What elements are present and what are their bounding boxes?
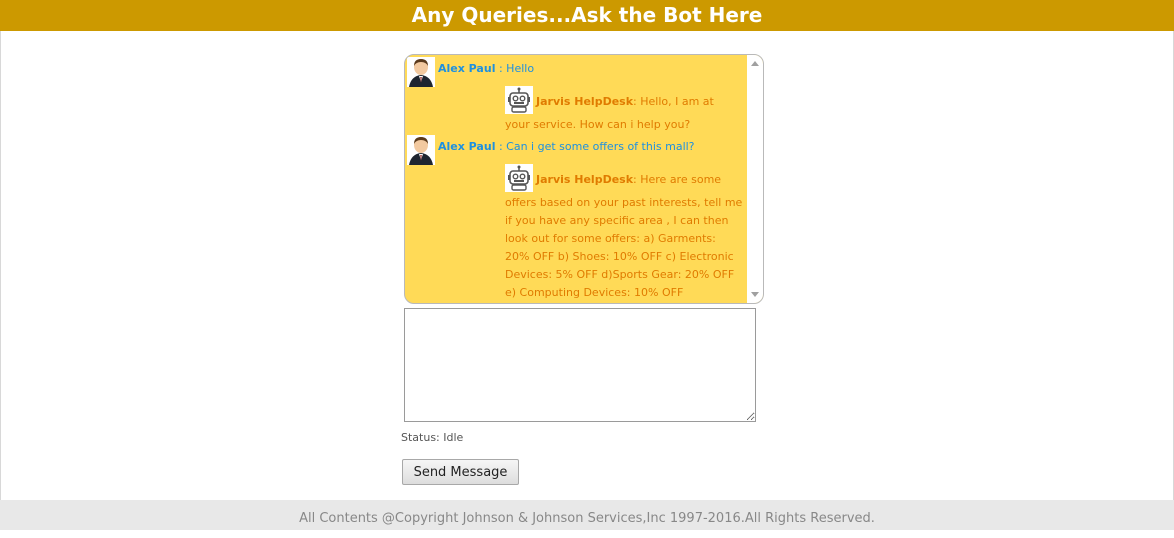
robot-icon xyxy=(505,86,533,114)
chat-message-user: Alex Paul : Can i get some offers of thi… xyxy=(438,138,738,156)
scroll-up-arrow-icon[interactable] xyxy=(751,61,759,66)
message-text: Can i get some offers of this mall? xyxy=(506,140,695,153)
chat-scroll-area: Alex Paul : Hello Jarvis HelpDesk: Hello… xyxy=(405,55,747,303)
user-avatar-icon xyxy=(407,135,435,165)
page-title: Any Queries...Ask the Bot Here xyxy=(411,3,763,27)
user-avatar-icon xyxy=(407,57,435,87)
status-text: Status: Idle xyxy=(401,431,464,444)
message-sender: Jarvis HelpDesk xyxy=(536,173,634,186)
robot-icon xyxy=(505,164,533,192)
message-separator: : xyxy=(495,140,507,153)
send-message-button[interactable]: Send Message xyxy=(402,459,519,485)
page-footer: All Contents @Copyright Johnson & Johnso… xyxy=(0,500,1174,530)
message-sender: Alex Paul xyxy=(438,140,496,153)
chat-message-bot: Jarvis HelpDesk: Hello, I am at your ser… xyxy=(505,86,741,134)
chat-message-bot: Jarvis HelpDesk: Here are some offers ba… xyxy=(505,164,743,302)
message-sender: Alex Paul xyxy=(438,62,496,75)
message-separator: : xyxy=(495,62,507,75)
chat-scrollbar[interactable] xyxy=(747,55,763,303)
chat-message-user: Alex Paul : Hello xyxy=(438,60,738,78)
message-input[interactable] xyxy=(404,308,756,422)
page-header: Any Queries...Ask the Bot Here xyxy=(0,0,1174,31)
message-text: Hello xyxy=(506,62,535,75)
copyright-text: All Contents @Copyright Johnson & Johnso… xyxy=(299,511,875,526)
message-sender: Jarvis HelpDesk xyxy=(536,95,634,108)
message-text: Here are some offers based on your past … xyxy=(505,173,743,299)
scroll-down-arrow-icon[interactable] xyxy=(751,292,759,297)
chat-log[interactable]: Alex Paul : Hello Jarvis HelpDesk: Hello… xyxy=(404,54,764,304)
